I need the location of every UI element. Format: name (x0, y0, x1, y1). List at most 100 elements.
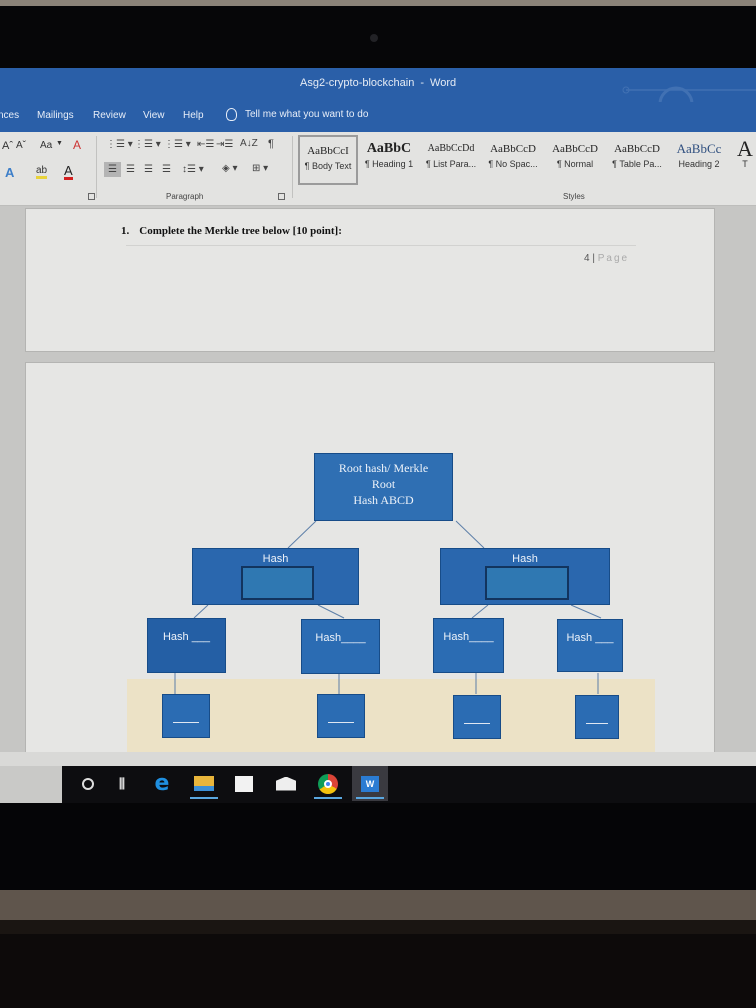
align-center-icon[interactable]: ☰ (126, 164, 135, 175)
decrease-indent-icon[interactable]: ⇤☰ (197, 139, 214, 150)
shading-icon[interactable]: ◈ ▾ (222, 163, 238, 174)
lightbulb-icon (226, 108, 237, 121)
style-heading-2[interactable]: AaBbCc Heading 2 (668, 135, 730, 185)
style-sample: AaBbCcD (552, 143, 598, 155)
task-view-button[interactable]: ⫼ (104, 766, 140, 801)
connector (317, 604, 345, 619)
align-left-icon[interactable]: ☰ (104, 162, 121, 177)
page-word: Page (597, 253, 630, 264)
grow-font-button[interactable]: Aˆ (2, 140, 13, 152)
page-5: Root hash/ Merkle Root Hash ABCD Hash Ha… (25, 362, 715, 767)
font-color-button[interactable]: A (64, 164, 73, 180)
style-sample: AaBbCcI (307, 145, 349, 157)
font-dialog-launcher[interactable] (88, 193, 95, 200)
ribbon: Aˆ Aˇ Aa ▼ A A ab A ⋮☰ ▾ ⋮☰ ▾ ⋮☰ ▾ ⇤☰ ⇥☰… (0, 132, 756, 206)
word-button[interactable]: W (352, 766, 388, 801)
style-list-paragraph[interactable]: AaBbCcDd ¶ List Para... (420, 135, 482, 185)
hash-node-right: Hash (440, 548, 610, 605)
chrome-icon (318, 773, 338, 794)
group-divider (96, 136, 97, 198)
circle-icon (82, 777, 94, 790)
blank-line (328, 722, 354, 723)
root-line-1: Root hash/ Merkle (338, 461, 429, 475)
folder-icon (194, 776, 214, 791)
style-sample: AaBbC (366, 141, 412, 156)
style-sample: AaBbCcDd (427, 143, 475, 154)
style-sample: AaBbCcD (614, 143, 660, 155)
tab-view[interactable]: View (143, 110, 165, 121)
style-name: T (742, 159, 748, 169)
app-name: Word (430, 77, 457, 89)
store-bag-icon (235, 775, 253, 792)
style-no-spacing[interactable]: AaBbCcD ¶ No Spac... (482, 135, 544, 185)
style-name: ¶ List Para... (425, 159, 477, 169)
styles-gallery: AaBbCcI ¶ Body Text AaBbC ¶ Heading 1 Aa… (298, 135, 756, 185)
answer-box[interactable] (485, 566, 569, 600)
paragraph-dialog-launcher[interactable] (278, 193, 285, 200)
screen: Asg2-crypto-blockchain - Word nces Mailing… (0, 68, 756, 803)
window-title: Asg2-crypto-blockchain - Word (300, 77, 456, 89)
tell-me-placeholder: Tell me what you want to do (245, 109, 369, 120)
document-canvas[interactable]: 1. Complete the Merkle tree below [10 poi… (0, 206, 756, 767)
answer-box[interactable] (241, 566, 314, 600)
multilevel-list-icon[interactable]: ⋮☰ ▾ (164, 139, 191, 150)
show-formatting-marks-button[interactable]: ¶ (268, 138, 274, 150)
style-name: ¶ No Spac... (488, 159, 538, 169)
data-block-node (317, 694, 365, 738)
change-case-button[interactable]: Aa (40, 140, 52, 151)
connector (287, 520, 317, 549)
styles-group-label: Styles (563, 192, 585, 201)
clear-formatting-icon[interactable]: A (73, 138, 81, 152)
data-block-node (575, 695, 619, 739)
page-4: 1. Complete the Merkle tree below [10 poi… (25, 208, 715, 352)
hash-node-level2: Hash ___ (557, 619, 623, 672)
tab-review[interactable]: Review (93, 110, 126, 121)
style-normal[interactable]: AaBbCcD ¶ Normal (544, 135, 606, 185)
align-right-icon[interactable]: ☰ (144, 164, 153, 175)
question-text: Complete the Merkle tree below [10 point… (139, 225, 342, 237)
desktop-gap (0, 752, 756, 766)
tab-help[interactable]: Help (183, 110, 204, 121)
tab-mailings[interactable]: Mailings (37, 110, 74, 121)
increase-indent-icon[interactable]: ⇥☰ (216, 139, 233, 150)
mail-button[interactable] (268, 766, 304, 801)
connector (570, 604, 602, 619)
numbering-icon[interactable]: ⋮☰ ▾ (134, 139, 161, 150)
text-effects-button[interactable]: A (5, 165, 14, 180)
title-bar: Asg2-crypto-blockchain - Word (0, 68, 756, 122)
edge-button[interactable]: e (144, 766, 180, 801)
root-line-3: Hash ABCD (353, 493, 414, 507)
connector (193, 604, 209, 619)
style-body-text[interactable]: AaBbCcI ¶ Body Text (298, 135, 358, 185)
style-table-paragraph[interactable]: AaBbCcD ¶ Table Pa... (606, 135, 668, 185)
dropdown-arrow-icon[interactable]: ▼ (56, 140, 63, 147)
shrink-font-button[interactable]: Aˇ (16, 140, 26, 151)
root-hash-node: Root hash/ Merkle Root Hash ABCD (314, 453, 453, 521)
line-spacing-icon[interactable]: ↕☰ ▾ (182, 164, 204, 175)
question-number: 1. (121, 225, 130, 237)
style-name: Heading 2 (678, 159, 720, 169)
group-divider (292, 136, 293, 198)
laptop-hinge-shadow (0, 920, 756, 934)
style-sample: AaBbCc (676, 141, 722, 156)
cortana-search-button[interactable] (70, 766, 106, 801)
tell-me-search[interactable]: Tell me what you want to do (226, 108, 368, 121)
sort-button[interactable]: A↓Z (240, 138, 258, 149)
bullets-icon[interactable]: ⋮☰ ▾ (106, 139, 133, 150)
tab-references[interactable]: nces (0, 110, 19, 121)
style-title[interactable]: A T (730, 135, 756, 185)
file-explorer-button[interactable] (186, 766, 222, 801)
highlight-color-button[interactable]: ab (36, 165, 48, 179)
style-name: ¶ Body Text (304, 161, 352, 171)
justify-icon[interactable]: ☰ (162, 164, 171, 175)
blank-line (586, 723, 608, 724)
store-button[interactable] (226, 766, 262, 801)
blank-line (464, 723, 490, 724)
connector (471, 604, 489, 619)
node-label: Hash (512, 553, 538, 565)
style-heading-1[interactable]: AaBbC ¶ Heading 1 (358, 135, 420, 185)
borders-icon[interactable]: ⊞ ▾ (252, 163, 268, 174)
node-label: Hash____ (443, 631, 494, 643)
chrome-button[interactable] (310, 766, 346, 801)
style-name: ¶ Normal (556, 159, 594, 169)
